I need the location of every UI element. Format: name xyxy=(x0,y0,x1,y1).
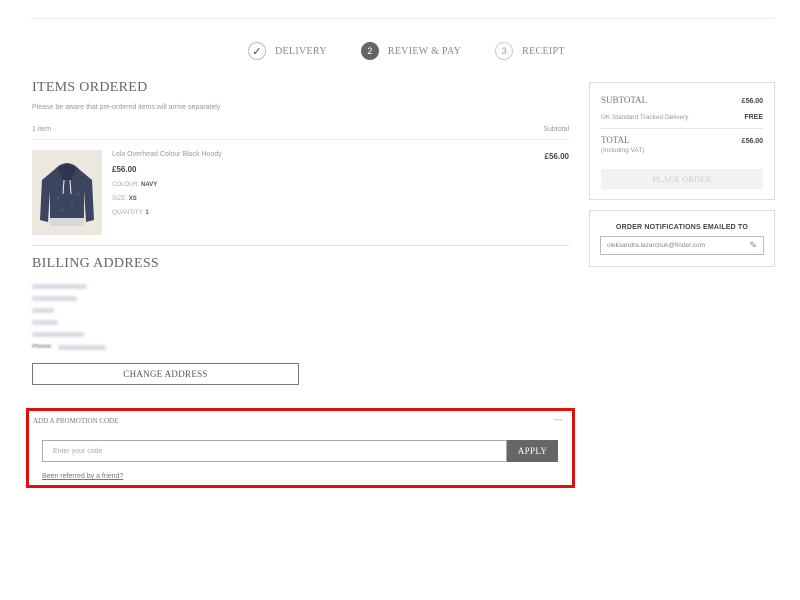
total-value: £56.00 xyxy=(741,138,763,145)
place-order-button[interactable]: PLACE ORDER xyxy=(601,169,763,189)
step-receipt: 3 RECEIPT xyxy=(495,42,565,60)
referred-link[interactable]: Been referred by a friend? xyxy=(42,473,123,480)
line-total: £56.00 xyxy=(544,152,569,161)
quantity-label: QUANTITY: xyxy=(112,210,144,216)
item-count: 1 item xyxy=(32,126,52,133)
size-label: SIZE: xyxy=(112,196,128,202)
step-label: REVIEW & PAY xyxy=(387,45,462,57)
redacted-line xyxy=(32,320,58,325)
product-quantity: QUANTITY: 1 xyxy=(112,210,222,216)
colour-value: NAVY xyxy=(141,182,158,188)
phone-row: Phone: xyxy=(32,344,569,350)
phone-label: Phone: xyxy=(32,344,53,350)
promotion-code-panel: ADD A PROMOTION CODE — Enter your code A… xyxy=(26,408,575,488)
check-icon: ✓ xyxy=(248,42,266,60)
colour-label: COLOUR: xyxy=(112,182,140,188)
billing-heading: BILLING ADDRESS xyxy=(32,256,160,271)
total-label: TOTAL xyxy=(601,135,630,145)
change-address-button[interactable]: CHANGE ADDRESS xyxy=(32,363,299,385)
checkout-steps: ✓ DELIVERY 2 REVIEW & PAY 3 RECEIPT xyxy=(248,42,599,60)
notification-email: oleksandra.lazarchuk@finder.com xyxy=(607,242,706,249)
billing-section: BILLING ADDRESS Phone: CHANGE ADDRESS xyxy=(32,256,569,385)
product-price: £56.00 xyxy=(112,165,137,174)
header-divider xyxy=(30,18,775,19)
redacted-line xyxy=(58,344,107,350)
billing-address-redacted: Phone: xyxy=(32,284,569,350)
total-row: TOTAL £56.00 xyxy=(601,135,763,145)
order-item: Lola Overhead Colour Block Hoody £56.00 … xyxy=(32,150,569,246)
notification-email-field[interactable]: oleksandra.lazarchuk@finder.com ✎ xyxy=(600,236,764,255)
subtotal-row: SUBTOTAL £56.00 xyxy=(601,95,763,105)
redacted-line xyxy=(32,308,54,313)
vat-note: (including VAT) xyxy=(601,147,645,154)
step-review-pay: 2 REVIEW & PAY xyxy=(360,42,462,60)
items-header: 1 item Subtotal xyxy=(32,126,569,140)
notify-title: ORDER NOTIFICATIONS EMAILED TO xyxy=(615,224,749,231)
redacted-line xyxy=(32,296,77,301)
pencil-icon[interactable]: ✎ xyxy=(749,240,757,251)
promo-title[interactable]: ADD A PROMOTION CODE xyxy=(33,417,118,425)
preorder-note: Please be aware that pre-ordered items w… xyxy=(32,104,221,111)
hoody-image[interactable] xyxy=(32,150,102,235)
items-heading: ITEMS ORDERED xyxy=(32,80,148,95)
product-name[interactable]: Lola Overhead Colour Block Hoody xyxy=(112,151,222,158)
item-details: Lola Overhead Colour Block Hoody £56.00 … xyxy=(112,150,222,235)
delivery-row: UK Standard Tracked Delivery FREE xyxy=(601,114,763,121)
step-number: 2 xyxy=(360,42,379,60)
step-delivery[interactable]: ✓ DELIVERY xyxy=(248,42,327,60)
subtotal-label: SUBTOTAL xyxy=(601,95,648,105)
collapse-icon[interactable]: — xyxy=(554,415,562,424)
step-label: DELIVERY xyxy=(275,45,327,57)
order-summary: SUBTOTAL £56.00 UK Standard Tracked Deli… xyxy=(589,82,775,200)
step-label: RECEIPT xyxy=(522,45,565,57)
size-value: XS xyxy=(128,196,137,202)
quantity-value: 1 xyxy=(145,210,149,216)
delivery-value: FREE xyxy=(744,114,763,121)
product-size: SIZE: XS xyxy=(112,196,222,202)
promo-code-input[interactable]: Enter your code xyxy=(42,440,507,462)
product-colour: COLOUR: NAVY xyxy=(112,182,222,188)
summary-divider xyxy=(601,128,763,129)
order-notifications: ORDER NOTIFICATIONS EMAILED TO oleksandr… xyxy=(589,210,775,267)
step-number: 3 xyxy=(495,42,514,60)
apply-button[interactable]: APPLY xyxy=(507,440,558,462)
redacted-line xyxy=(32,332,84,337)
delivery-label: UK Standard Tracked Delivery xyxy=(601,114,689,121)
subtotal-column: Subtotal xyxy=(543,126,569,133)
order-review: ITEMS ORDERED Please be aware that pre-o… xyxy=(32,80,569,385)
subtotal-value: £56.00 xyxy=(741,98,763,105)
redacted-line xyxy=(32,284,87,289)
